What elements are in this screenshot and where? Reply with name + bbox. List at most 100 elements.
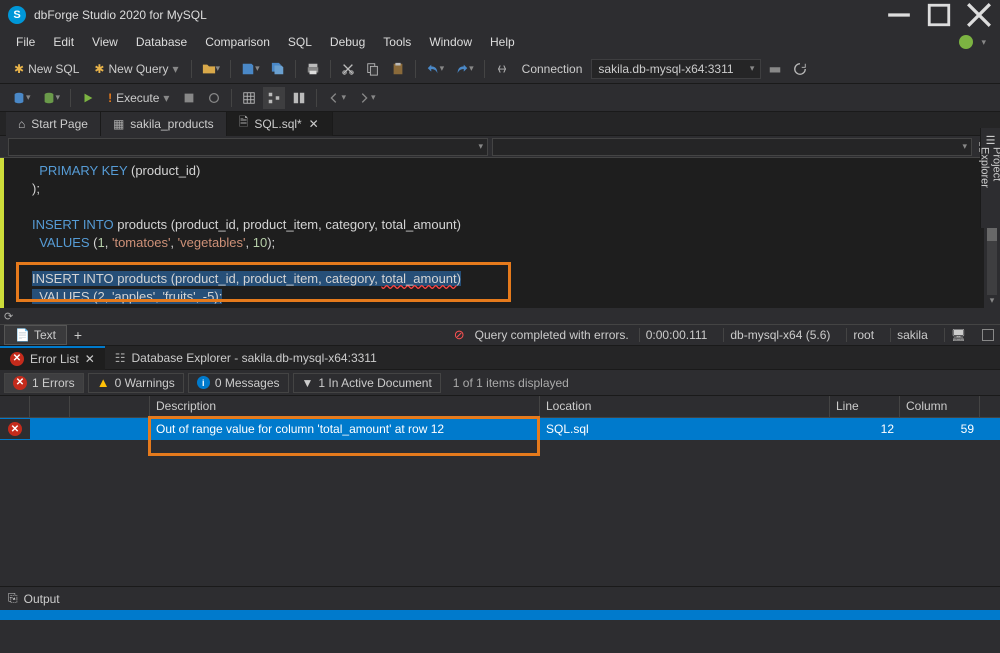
execute-button[interactable]: !Execute▾ bbox=[102, 87, 175, 109]
scroll-down-icon[interactable]: ▾ bbox=[990, 295, 995, 306]
filter-errors[interactable]: ✕1 Errors bbox=[4, 373, 84, 393]
stop-button[interactable] bbox=[178, 87, 200, 109]
tree-icon[interactable] bbox=[263, 87, 285, 109]
output-bar[interactable]: ⎘ Output bbox=[0, 586, 1000, 610]
checkbox-icon[interactable] bbox=[982, 329, 994, 341]
connection-combo[interactable]: sakila.db-mysql-x64:3311▾ bbox=[591, 59, 761, 79]
add-view-button[interactable]: + bbox=[67, 327, 89, 343]
monitor-icon[interactable]: 🖥 bbox=[944, 328, 972, 342]
schema-combo-icon[interactable]: ▾ bbox=[38, 87, 65, 109]
layout-icon[interactable] bbox=[288, 87, 310, 109]
project-explorer-icon: ☰ bbox=[986, 134, 996, 147]
code-text: VALUES (2, 'apples', 'fruits', -5); bbox=[32, 289, 222, 304]
menu-debug[interactable]: Debug bbox=[322, 33, 373, 51]
filter-messages[interactable]: i0 Messages bbox=[188, 373, 289, 393]
grid-header-col[interactable]: Column bbox=[900, 396, 980, 417]
error-icon: ✕ bbox=[10, 352, 24, 366]
member-dropdown-left[interactable]: ▾ bbox=[8, 138, 488, 156]
table-icon: ▦ bbox=[113, 117, 124, 131]
grid-header-desc[interactable]: Description bbox=[150, 396, 540, 417]
query-icon[interactable]: ⟳ bbox=[4, 310, 13, 323]
filter-warnings[interactable]: ▲ 0 Warnings bbox=[88, 373, 184, 393]
save-all-button[interactable] bbox=[267, 58, 289, 80]
tab-start-page[interactable]: ⌂ Start Page bbox=[6, 112, 101, 136]
grid-header-blank[interactable] bbox=[70, 396, 150, 417]
connection-value: sakila.db-mysql-x64:3311 bbox=[598, 62, 733, 76]
grid-header-loc[interactable]: Location bbox=[540, 396, 830, 417]
error-loc: SQL.sql bbox=[540, 419, 830, 439]
grid-header-line[interactable]: Line bbox=[830, 396, 900, 417]
cut-button[interactable] bbox=[337, 58, 359, 80]
filter-active-label: 1 In Active Document bbox=[318, 376, 431, 390]
code-error: total_amount bbox=[381, 271, 456, 286]
close-icon[interactable]: ✕ bbox=[85, 352, 95, 366]
status-time: 0:00:00.111 bbox=[639, 328, 714, 342]
new-sql-button[interactable]: ✱New SQL bbox=[8, 58, 85, 80]
bottom-statusbar bbox=[0, 610, 1000, 620]
db-combo-icon[interactable]: ▾ bbox=[8, 87, 35, 109]
tab-sakila-products[interactable]: ▦ sakila_products bbox=[101, 112, 227, 136]
fetch-icon[interactable] bbox=[203, 87, 225, 109]
connection-refresh-button[interactable] bbox=[789, 58, 811, 80]
copy-button[interactable] bbox=[362, 58, 384, 80]
menubar: File Edit View Database Comparison SQL D… bbox=[0, 30, 1000, 54]
menu-file[interactable]: File bbox=[8, 33, 43, 51]
menu-comparison[interactable]: Comparison bbox=[197, 33, 278, 51]
open-button[interactable]: ▾ bbox=[198, 58, 225, 80]
status-indicator-icon[interactable] bbox=[959, 35, 973, 49]
maximize-button[interactable] bbox=[926, 5, 952, 25]
menu-window[interactable]: Window bbox=[421, 33, 480, 51]
code-text: ); bbox=[267, 235, 275, 250]
code-text: products (product_id, product_item, cate… bbox=[114, 271, 382, 286]
start-page-icon: ⌂ bbox=[18, 117, 25, 131]
status-server: db-mysql-x64 (5.6) bbox=[723, 328, 836, 342]
paste-button[interactable] bbox=[387, 58, 409, 80]
redo-button[interactable]: ▾ bbox=[451, 58, 478, 80]
status-db: sakila bbox=[890, 328, 934, 342]
menu-view[interactable]: View bbox=[84, 33, 126, 51]
save-button[interactable]: ▾ bbox=[237, 58, 264, 80]
filter-errors-label: 1 Errors bbox=[32, 376, 75, 390]
navigate-fwd-button[interactable]: ▾ bbox=[353, 87, 380, 109]
close-icon[interactable]: ✕ bbox=[308, 118, 320, 130]
tab-error-list-label: Error List bbox=[30, 352, 79, 366]
code-text: (product_id) bbox=[127, 163, 200, 178]
new-query-button[interactable]: ✱New Query▾ bbox=[88, 58, 184, 80]
chevron-down-icon[interactable]: ▾ bbox=[981, 37, 986, 48]
tab-sql[interactable]: 🗎 SQL.sql* ✕ bbox=[227, 112, 333, 136]
code-text: , bbox=[105, 235, 112, 250]
member-dropdown-right[interactable]: ▾ bbox=[492, 138, 972, 156]
filter-messages-label: 0 Messages bbox=[215, 376, 280, 390]
tab-db-explorer[interactable]: ☷ Database Explorer - sakila.db-mysql-x6… bbox=[105, 346, 387, 370]
code-editor[interactable]: PRIMARY KEY (product_id) ); INSERT INTO … bbox=[0, 158, 1000, 308]
menu-tools[interactable]: Tools bbox=[375, 33, 419, 51]
connection-edit-button[interactable] bbox=[764, 58, 786, 80]
grid-icon[interactable] bbox=[238, 87, 260, 109]
print-button[interactable] bbox=[302, 58, 324, 80]
menu-database[interactable]: Database bbox=[128, 33, 195, 51]
titlebar: S dbForge Studio 2020 for MySQL bbox=[0, 0, 1000, 30]
warning-icon: ▲ bbox=[97, 375, 110, 390]
navigate-back-button[interactable]: ▾ bbox=[323, 87, 350, 109]
text-view-tab[interactable]: 📄 Text bbox=[4, 325, 67, 345]
grid-header-icon[interactable] bbox=[0, 396, 30, 417]
menu-sql[interactable]: SQL bbox=[280, 33, 320, 51]
project-explorer-panel[interactable]: ☰ Project Explorer bbox=[980, 128, 1000, 228]
minimize-button[interactable] bbox=[886, 5, 912, 25]
tab-error-list[interactable]: ✕ Error List ✕ bbox=[0, 346, 105, 370]
code-text: , bbox=[246, 235, 253, 250]
connect-icon[interactable] bbox=[491, 58, 513, 80]
connection-label: Connection bbox=[522, 62, 583, 76]
titlebar-text: dbForge Studio 2020 for MySQL bbox=[34, 8, 886, 22]
undo-button[interactable]: ▾ bbox=[422, 58, 449, 80]
menu-help[interactable]: Help bbox=[482, 33, 523, 51]
run-button[interactable] bbox=[77, 87, 99, 109]
close-button[interactable] bbox=[966, 5, 992, 25]
filter-warnings-label: 0 Warnings bbox=[115, 376, 175, 390]
grid-header-type[interactable] bbox=[30, 396, 70, 417]
menu-edit[interactable]: Edit bbox=[45, 33, 82, 51]
filter-active-doc[interactable]: ▼1 In Active Document bbox=[293, 373, 441, 393]
error-row[interactable]: ✕ Out of range value for column 'total_a… bbox=[0, 418, 1000, 440]
error-icon: ⊘ bbox=[454, 327, 465, 343]
error-col: 59 bbox=[900, 419, 980, 439]
